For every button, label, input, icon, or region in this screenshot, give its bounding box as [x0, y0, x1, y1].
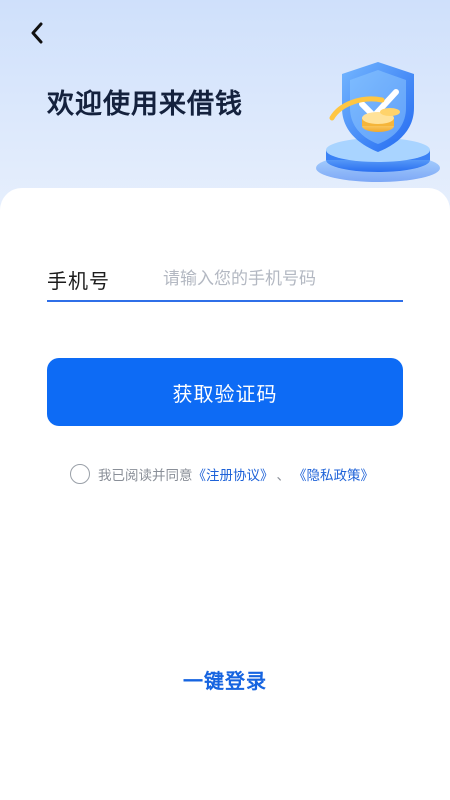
agreement-checkbox[interactable]: [70, 464, 90, 484]
get-verification-code-button[interactable]: 获取验证码: [47, 358, 403, 426]
phone-label: 手机号: [47, 268, 110, 293]
one-click-login-button[interactable]: 一键登录: [0, 665, 450, 694]
privacy-policy-link[interactable]: 《隐私政策》: [293, 464, 374, 484]
register-agreement-link[interactable]: 《注册协议》: [193, 464, 274, 484]
phone-input[interactable]: [163, 269, 403, 289]
shield-coins-illustration: [316, 62, 440, 182]
page-title: 欢迎使用来借钱: [47, 89, 243, 120]
back-button[interactable]: [22, 18, 52, 48]
agreement-row: 我已阅读并同意 《注册协议》 、 《隐私政策》: [70, 462, 374, 486]
phone-field: 手机号: [47, 258, 403, 302]
agreement-separator: 、: [276, 468, 291, 484]
agreement-text: 我已阅读并同意: [98, 468, 193, 484]
chevron-left-icon: [31, 22, 43, 44]
